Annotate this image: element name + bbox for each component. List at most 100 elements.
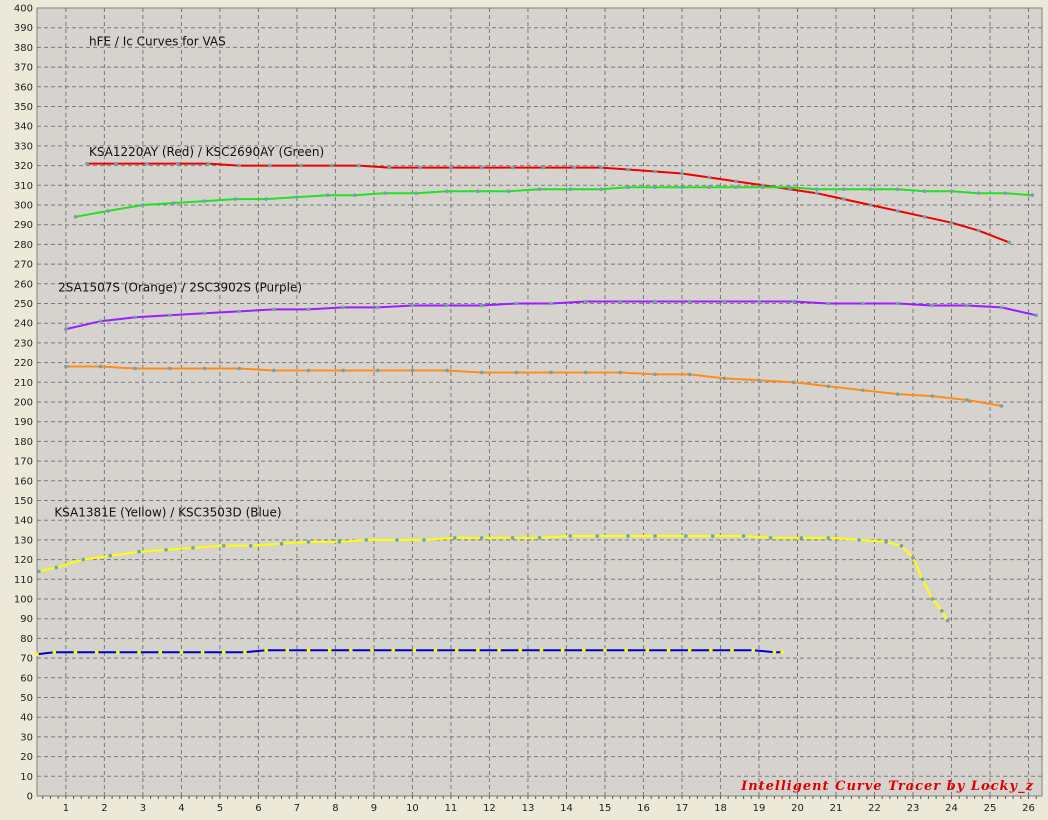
data-point bbox=[510, 536, 515, 540]
data-point bbox=[930, 394, 935, 398]
data-point bbox=[841, 197, 846, 201]
data-point bbox=[375, 368, 380, 373]
data-point bbox=[861, 301, 865, 306]
x-tick-label: 26 bbox=[1022, 803, 1035, 814]
data-point bbox=[383, 191, 388, 195]
y-tick-label: 240 bbox=[14, 319, 33, 330]
data-point bbox=[268, 163, 272, 168]
data-point bbox=[279, 542, 284, 546]
data-point bbox=[1034, 313, 1039, 318]
data-point bbox=[734, 185, 738, 190]
data-point bbox=[137, 549, 141, 554]
data-point bbox=[541, 165, 546, 170]
data-point bbox=[787, 185, 792, 190]
data-point bbox=[884, 540, 888, 544]
data-point bbox=[325, 193, 330, 197]
data-point bbox=[200, 650, 205, 654]
data-point bbox=[768, 536, 773, 540]
data-point bbox=[965, 303, 969, 308]
data-point bbox=[479, 165, 484, 170]
y-tick-label: 120 bbox=[14, 555, 33, 566]
data-point bbox=[98, 319, 103, 324]
x-tick-label: 6 bbox=[255, 803, 261, 814]
data-point bbox=[751, 648, 756, 653]
data-point bbox=[583, 370, 588, 375]
data-point bbox=[945, 618, 950, 623]
data-point bbox=[306, 368, 311, 373]
data-point bbox=[581, 648, 586, 653]
data-point bbox=[510, 165, 515, 170]
data-point bbox=[445, 368, 449, 373]
y-tick-label: 140 bbox=[14, 516, 33, 527]
data-point bbox=[626, 167, 630, 172]
data-point bbox=[64, 327, 68, 331]
data-point bbox=[52, 650, 57, 654]
data-point bbox=[327, 648, 332, 653]
data-point bbox=[772, 650, 777, 654]
data-point bbox=[243, 650, 247, 654]
y-tick-label: 260 bbox=[14, 279, 33, 290]
data-point bbox=[221, 544, 226, 548]
data-point bbox=[81, 557, 86, 562]
y-tick-label: 150 bbox=[14, 496, 33, 507]
x-tick-label: 19 bbox=[753, 803, 766, 814]
data-point bbox=[341, 305, 345, 310]
data-point bbox=[899, 544, 904, 548]
data-point bbox=[653, 372, 657, 377]
data-point bbox=[922, 189, 927, 194]
y-tick-label: 10 bbox=[20, 772, 33, 783]
data-point bbox=[237, 163, 241, 168]
data-point bbox=[539, 648, 544, 653]
data-point bbox=[826, 536, 831, 540]
x-tick-label: 16 bbox=[637, 803, 650, 814]
data-point bbox=[375, 305, 380, 310]
data-point bbox=[295, 195, 299, 199]
y-tick-label: 290 bbox=[14, 220, 33, 231]
chart-svg: 0102030405060708090100110120130140150160… bbox=[0, 0, 1048, 816]
data-point bbox=[599, 187, 603, 192]
data-point bbox=[595, 534, 600, 538]
data-point bbox=[137, 650, 141, 654]
data-point bbox=[626, 185, 630, 190]
data-point bbox=[653, 299, 657, 304]
x-tick-label: 10 bbox=[406, 803, 419, 814]
data-point bbox=[709, 648, 713, 653]
y-tick-label: 270 bbox=[14, 260, 33, 271]
x-tick-label: 2 bbox=[101, 803, 107, 814]
data-point bbox=[687, 648, 692, 653]
data-point bbox=[85, 161, 89, 166]
data-point bbox=[599, 165, 603, 170]
y-tick-label: 180 bbox=[14, 437, 33, 448]
data-point bbox=[799, 536, 804, 540]
y-tick-label: 0 bbox=[27, 792, 33, 803]
data-point bbox=[684, 534, 688, 538]
data-point bbox=[707, 185, 711, 190]
data-point bbox=[895, 301, 900, 306]
data-point bbox=[422, 538, 426, 542]
data-point bbox=[418, 165, 422, 170]
data-point bbox=[349, 648, 353, 653]
x-tick-label: 17 bbox=[676, 803, 689, 814]
data-point bbox=[108, 553, 112, 558]
y-tick-label: 330 bbox=[14, 141, 33, 152]
data-point bbox=[306, 648, 311, 653]
data-point bbox=[237, 309, 241, 314]
data-point bbox=[73, 650, 78, 654]
y-tick-label: 130 bbox=[14, 535, 33, 546]
data-point bbox=[37, 569, 41, 574]
data-point bbox=[98, 364, 103, 369]
data-point bbox=[264, 648, 268, 653]
data-point bbox=[791, 380, 796, 385]
y-tick-label: 160 bbox=[14, 476, 33, 487]
data-point bbox=[445, 303, 449, 308]
y-tick-label: 80 bbox=[20, 634, 33, 645]
data-point bbox=[780, 650, 784, 654]
data-point bbox=[175, 161, 180, 166]
annotation-label: KSA1220AY (Red) / KSC2690AY (Green) bbox=[89, 145, 324, 159]
data-point bbox=[168, 366, 172, 371]
y-tick-label: 50 bbox=[20, 693, 33, 704]
data-point bbox=[940, 609, 944, 613]
data-point bbox=[410, 368, 415, 373]
data-point bbox=[285, 648, 290, 653]
y-tick-label: 370 bbox=[14, 63, 33, 74]
